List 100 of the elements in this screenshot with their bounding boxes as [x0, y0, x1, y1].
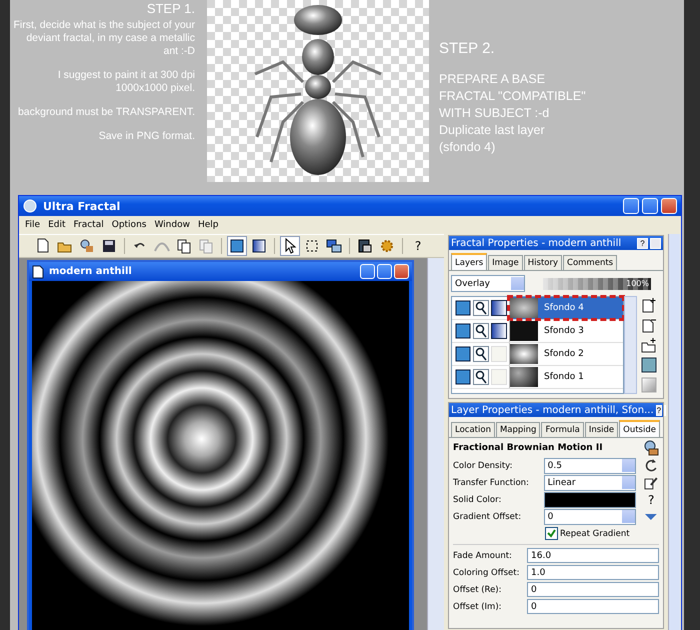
delete-layer-icon[interactable]	[641, 317, 657, 333]
layer-item[interactable]: Sfondo 2	[509, 343, 623, 365]
window-title: modern anthill	[49, 266, 132, 277]
layer-item[interactable]: Sfondo 3	[509, 320, 623, 342]
opacity-slider[interactable]: 100%	[543, 278, 651, 290]
text-field[interactable]: 16.0	[527, 548, 659, 563]
value-dropdown[interactable]: 0	[544, 508, 636, 524]
mask-icon[interactable]	[641, 357, 657, 373]
help-button[interactable]: ?	[656, 404, 662, 416]
copy-icon	[176, 238, 192, 254]
gear-icon	[379, 238, 395, 254]
fractal-window-button[interactable]	[227, 236, 247, 256]
tab[interactable]: Comments	[563, 255, 618, 270]
layer-item[interactable]: Sfondo 4	[509, 297, 623, 319]
layer-name: Sfondo 2	[544, 349, 584, 359]
checkmark-icon	[546, 528, 557, 539]
layer-thumbnail	[510, 321, 538, 341]
browse-icon	[79, 238, 95, 254]
instruction-text: Save in PNG format.	[98, 130, 195, 143]
text-field[interactable]: 0	[527, 582, 659, 597]
close-button[interactable]	[394, 264, 409, 279]
menu-item[interactable]: Window	[154, 220, 190, 230]
layer-visible-icon[interactable]	[455, 323, 471, 339]
tab[interactable]: Location	[451, 422, 495, 437]
color-swatch[interactable]	[544, 492, 636, 508]
magnifier-icon[interactable]	[473, 346, 489, 362]
maximize-button[interactable]	[377, 264, 392, 279]
gradient-toggle[interactable]	[491, 346, 507, 362]
value-dropdown[interactable]: Linear	[544, 474, 636, 490]
layer-thumbnail	[510, 344, 538, 364]
layer-name: Sfondo 4	[544, 303, 584, 313]
help-button[interactable]: ?	[643, 492, 659, 506]
magnifier-icon[interactable]	[473, 369, 489, 385]
panel-title: Fractal Properties - modern anthill	[451, 238, 622, 248]
scrollbar[interactable]	[427, 258, 444, 630]
field-label: Coloring Offset:	[453, 568, 520, 578]
field-label: Transfer Function:	[453, 478, 530, 488]
text-field[interactable]: 1.0	[527, 565, 659, 580]
save-icon	[101, 238, 117, 254]
tab[interactable]: Formula	[541, 422, 584, 437]
gradient-icon[interactable]	[491, 300, 507, 316]
gradient-icon[interactable]	[491, 323, 507, 339]
fractal-window-icon	[229, 238, 245, 254]
tab[interactable]: History	[524, 255, 562, 270]
instruction-text: Duplicate last layer (sfondo 4)	[439, 122, 546, 156]
close-button[interactable]	[661, 198, 677, 214]
layer-visible-icon[interactable]	[455, 369, 471, 385]
document-icon	[32, 264, 44, 278]
field-label: Fade Amount:	[453, 550, 513, 560]
edit-icon[interactable]	[643, 474, 659, 490]
instruction-text: I suggest to paint it at 300 dpi 1000x1000 pixel.	[56, 69, 195, 95]
add-layer-icon[interactable]	[641, 297, 657, 313]
field-label: Color Density:	[453, 460, 514, 470]
tab[interactable]: Inside	[584, 422, 618, 437]
window-title: Ultra Fractal	[43, 200, 120, 212]
minimize-button[interactable]	[650, 238, 661, 248]
reset-icon[interactable]	[643, 458, 659, 474]
paste-icon	[198, 238, 214, 254]
tab[interactable]: Outside	[619, 420, 660, 437]
instruction-text: background must be TRANSPARENT.	[16, 106, 195, 119]
formula-name: Fractional Brownian Motion II	[453, 443, 603, 453]
selection-icon	[304, 238, 320, 254]
maximize-button[interactable]	[642, 198, 658, 214]
tab[interactable]: Mapping	[496, 422, 540, 437]
minimize-button[interactable]	[623, 198, 639, 214]
render-icon	[357, 238, 373, 254]
magnifier-icon[interactable]	[473, 323, 489, 339]
help-button[interactable]: ?	[637, 238, 648, 248]
menu-item[interactable]: Options	[112, 220, 146, 230]
instruction-text: PREPARE A BASE FRACTAL "COMPATIBLE" WITH SUBJECT :-d	[439, 71, 587, 122]
tab[interactable]: Layers	[451, 253, 488, 270]
add-folder-icon[interactable]	[641, 337, 657, 353]
value-dropdown[interactable]: 0.5	[544, 458, 636, 474]
layer-visible-icon[interactable]	[455, 300, 471, 316]
layer-thumbnail	[510, 298, 538, 318]
pointer-button[interactable]	[280, 236, 300, 256]
menu-item[interactable]: File	[25, 220, 40, 230]
merge-mode-dropdown[interactable]: Overlay	[451, 275, 525, 292]
layer-name: Sfondo 1	[544, 372, 584, 382]
minimize-button[interactable]	[360, 264, 375, 279]
gradient-icon	[251, 238, 267, 254]
field-label: Offset (Im):	[453, 602, 503, 612]
magnifier-icon[interactable]	[473, 300, 489, 316]
text-field[interactable]: 0	[527, 599, 659, 614]
field-label: Offset (Re):	[453, 584, 502, 594]
help-button[interactable]: ?	[408, 236, 428, 256]
gradient-toggle[interactable]	[491, 369, 507, 385]
menu-item[interactable]: Edit	[48, 220, 66, 230]
menu-item[interactable]: Fractal	[74, 220, 104, 230]
repeat-gradient-checkbox[interactable]: Repeat Gradient	[545, 527, 630, 540]
scrollbar[interactable]	[624, 296, 637, 394]
layer-item[interactable]: Sfondo 1	[509, 366, 623, 388]
layer-visible-icon[interactable]	[455, 346, 471, 362]
field-label: Solid Color:	[453, 494, 502, 504]
scrollbar[interactable]	[668, 234, 680, 630]
panel-title: Layer Properties - modern anthill, Sfon...	[451, 404, 654, 416]
tab[interactable]: Image	[488, 255, 523, 270]
menu-item[interactable]: Help	[198, 220, 218, 230]
instruction-text: First, decide what is the subject of your deviant fractal, in my case a metallic ant :-D	[12, 19, 195, 58]
formula-browser-icon[interactable]	[643, 440, 659, 456]
